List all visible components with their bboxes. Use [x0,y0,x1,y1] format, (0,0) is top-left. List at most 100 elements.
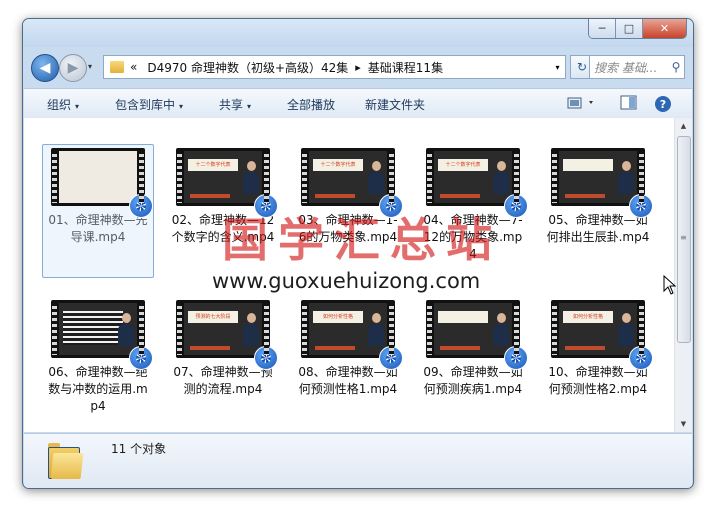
play-all-button[interactable]: 全部播放 [287,96,335,113]
maximize-button[interactable]: □ [616,19,643,38]
file-item[interactable]: 01、命理神数—先导课.mp4 [42,144,154,278]
thumbnail-frame: 十二个数字代表 [184,151,262,203]
video-thumbnail: 十二个数字代表 [176,148,278,218]
organize-menu[interactable]: 组织 ▾ [47,96,79,113]
forward-button[interactable]: ▶ [59,54,87,82]
presenter-figure [493,161,509,195]
file-name[interactable]: 09、命理神数—如何预测疾病1.mp4 [421,364,525,398]
thumbnail-frame [559,151,637,203]
thumbnail-slide-title [563,159,613,171]
file-name[interactable]: 05、命理神数—如何排出生辰卦.mp4 [546,212,650,246]
file-list[interactable]: 01、命理神数—先导课.mp4 十二个数字代表 02、命理神数—12个数字的含义.m… [24,118,692,432]
media-player-icon [129,346,153,370]
thumbnail-slide-title: 十二个数字代表 [438,159,488,171]
include-in-library-label: 包含到库中 [115,98,176,112]
file-item[interactable]: 十二个数字代表 02、命理神数—12个数字的含义.mp4 [171,148,278,246]
thumbnail-frame: 如何分析性格 [559,303,637,355]
title-bar: ─ □ ✕ [23,19,693,47]
media-player-icon [254,346,278,370]
mouse-cursor-icon [663,275,677,295]
file-name[interactable]: 08、命理神数—如何预测性格1.mp4 [296,364,400,398]
file-item[interactable]: 06、命理神数—绝数与冲数的运用.mp4 [46,300,153,415]
presenter-figure [368,161,384,195]
thumbnail-slide-bar [440,194,480,198]
file-item[interactable]: 如何分析性格 08、命理神数—如何预测性格1.mp4 [296,300,403,398]
search-icon[interactable]: ⚲ [668,60,684,74]
preview-pane-button[interactable] [620,95,638,115]
back-button[interactable]: ◀ [31,54,59,82]
address-prefix[interactable]: « [130,60,137,74]
view-options-button[interactable] [567,95,599,115]
folder-icon [110,61,124,73]
thumbnail-frame: 预测的七大阶段 [184,303,262,355]
thumbnail-slide-bar [315,194,355,198]
search-input[interactable]: 搜索 基础... ⚲ [589,55,685,79]
video-thumbnail: 如何分析性格 [551,300,653,370]
svg-text:?: ? [660,98,666,111]
breadcrumb-separator[interactable]: ▸ [355,61,361,74]
presenter-figure [493,313,509,347]
thumbnail-slide-bar [565,194,605,198]
file-name[interactable]: 03、命理神数—1-6的万物类象.mp4 [296,212,400,246]
video-thumbnail [51,148,153,218]
help-icon: ? [655,96,671,112]
presenter-figure [118,313,134,347]
folder-icon [48,443,84,479]
thumbnail-frame: 如何分析性格 [309,303,387,355]
scroll-down-arrow[interactable]: ▼ [675,416,692,432]
media-player-icon [629,194,653,218]
file-item[interactable]: 预测的七大阶段 07、命理神数—预测的流程.mp4 [171,300,278,398]
thumbnail-frame: 十二个数字代表 [434,151,512,203]
file-name[interactable]: 10、命理神数—如何预测性格2.mp4 [546,364,650,398]
thumbnail-slide-title: 预测的七大阶段 [188,311,238,323]
caption-buttons: ─ □ ✕ [588,19,687,39]
presenter-figure [243,313,259,347]
breadcrumb-parent[interactable]: D4970 命理神数（初级+高级）42集 [147,59,348,76]
thumbnail-slide-title: 如何分析性格 [313,311,363,323]
presenter-figure [618,161,634,195]
media-player-icon [254,194,278,218]
include-in-library-menu[interactable]: 包含到库中 ▾ [115,96,183,113]
scroll-up-arrow[interactable]: ▲ [675,118,692,134]
file-item[interactable]: 十二个数字代表 03、命理神数—1-6的万物类象.mp4 [296,148,403,246]
file-item[interactable]: 09、命理神数—如何预测疾病1.mp4 [421,300,528,398]
address-bar[interactable]: « D4970 命理神数（初级+高级）42集 ▸ 基础课程11集 [103,55,551,79]
thumbnail-slide-bar [440,346,480,350]
media-player-icon [504,194,528,218]
media-player-icon [379,194,403,218]
media-player-icon [129,194,153,218]
recent-pages-dropdown[interactable]: ▾ [88,62,92,71]
file-name[interactable]: 07、命理神数—预测的流程.mp4 [171,364,275,398]
thumbnail-slide-title: 十二个数字代表 [313,159,363,171]
file-name[interactable]: 02、命理神数—12个数字的含义.mp4 [171,212,275,246]
details-pane: 11 个对象 [24,433,692,488]
search-placeholder: 搜索 基础... [594,60,658,75]
presenter-figure [618,313,634,347]
video-thumbnail [426,300,528,370]
scroll-grip-icon: ≡ [680,233,687,242]
thumbnail-slide-title [438,311,488,323]
media-player-icon [379,346,403,370]
minimize-button[interactable]: ─ [589,19,616,38]
breadcrumb-current[interactable]: 基础课程11集 [368,59,443,76]
file-item[interactable]: 十二个数字代表 04、命理神数—7-12的万物类象.mp4 [421,148,528,263]
file-name[interactable]: 04、命理神数—7-12的万物类象.mp4 [421,212,525,263]
address-dropdown[interactable]: ▾ [550,55,566,79]
thumbnail-slide-bar [190,194,230,198]
command-bar: 组织 ▾ 包含到库中 ▾ 共享 ▾ 全部播放 新建文件夹 ? [24,88,692,119]
close-button[interactable]: ✕ [643,19,686,38]
thumbnail-frame [59,151,137,203]
file-name[interactable]: 06、命理神数—绝数与冲数的运用.mp4 [46,364,150,415]
file-item[interactable]: 05、命理神数—如何排出生辰卦.mp4 [546,148,653,246]
chevron-down-icon: ▾ [75,102,80,111]
video-thumbnail [51,300,153,370]
share-menu[interactable]: 共享 ▾ [219,96,251,113]
item-count: 11 个对象 [111,442,167,456]
preview-pane-icon [620,95,637,110]
presenter-figure [243,161,259,195]
file-item[interactable]: 如何分析性格 10、命理神数—如何预测性格2.mp4 [546,300,653,398]
help-button[interactable]: ? [654,95,672,117]
view-icon [567,97,593,109]
media-player-icon [504,346,528,370]
new-folder-button[interactable]: 新建文件夹 [365,96,425,113]
